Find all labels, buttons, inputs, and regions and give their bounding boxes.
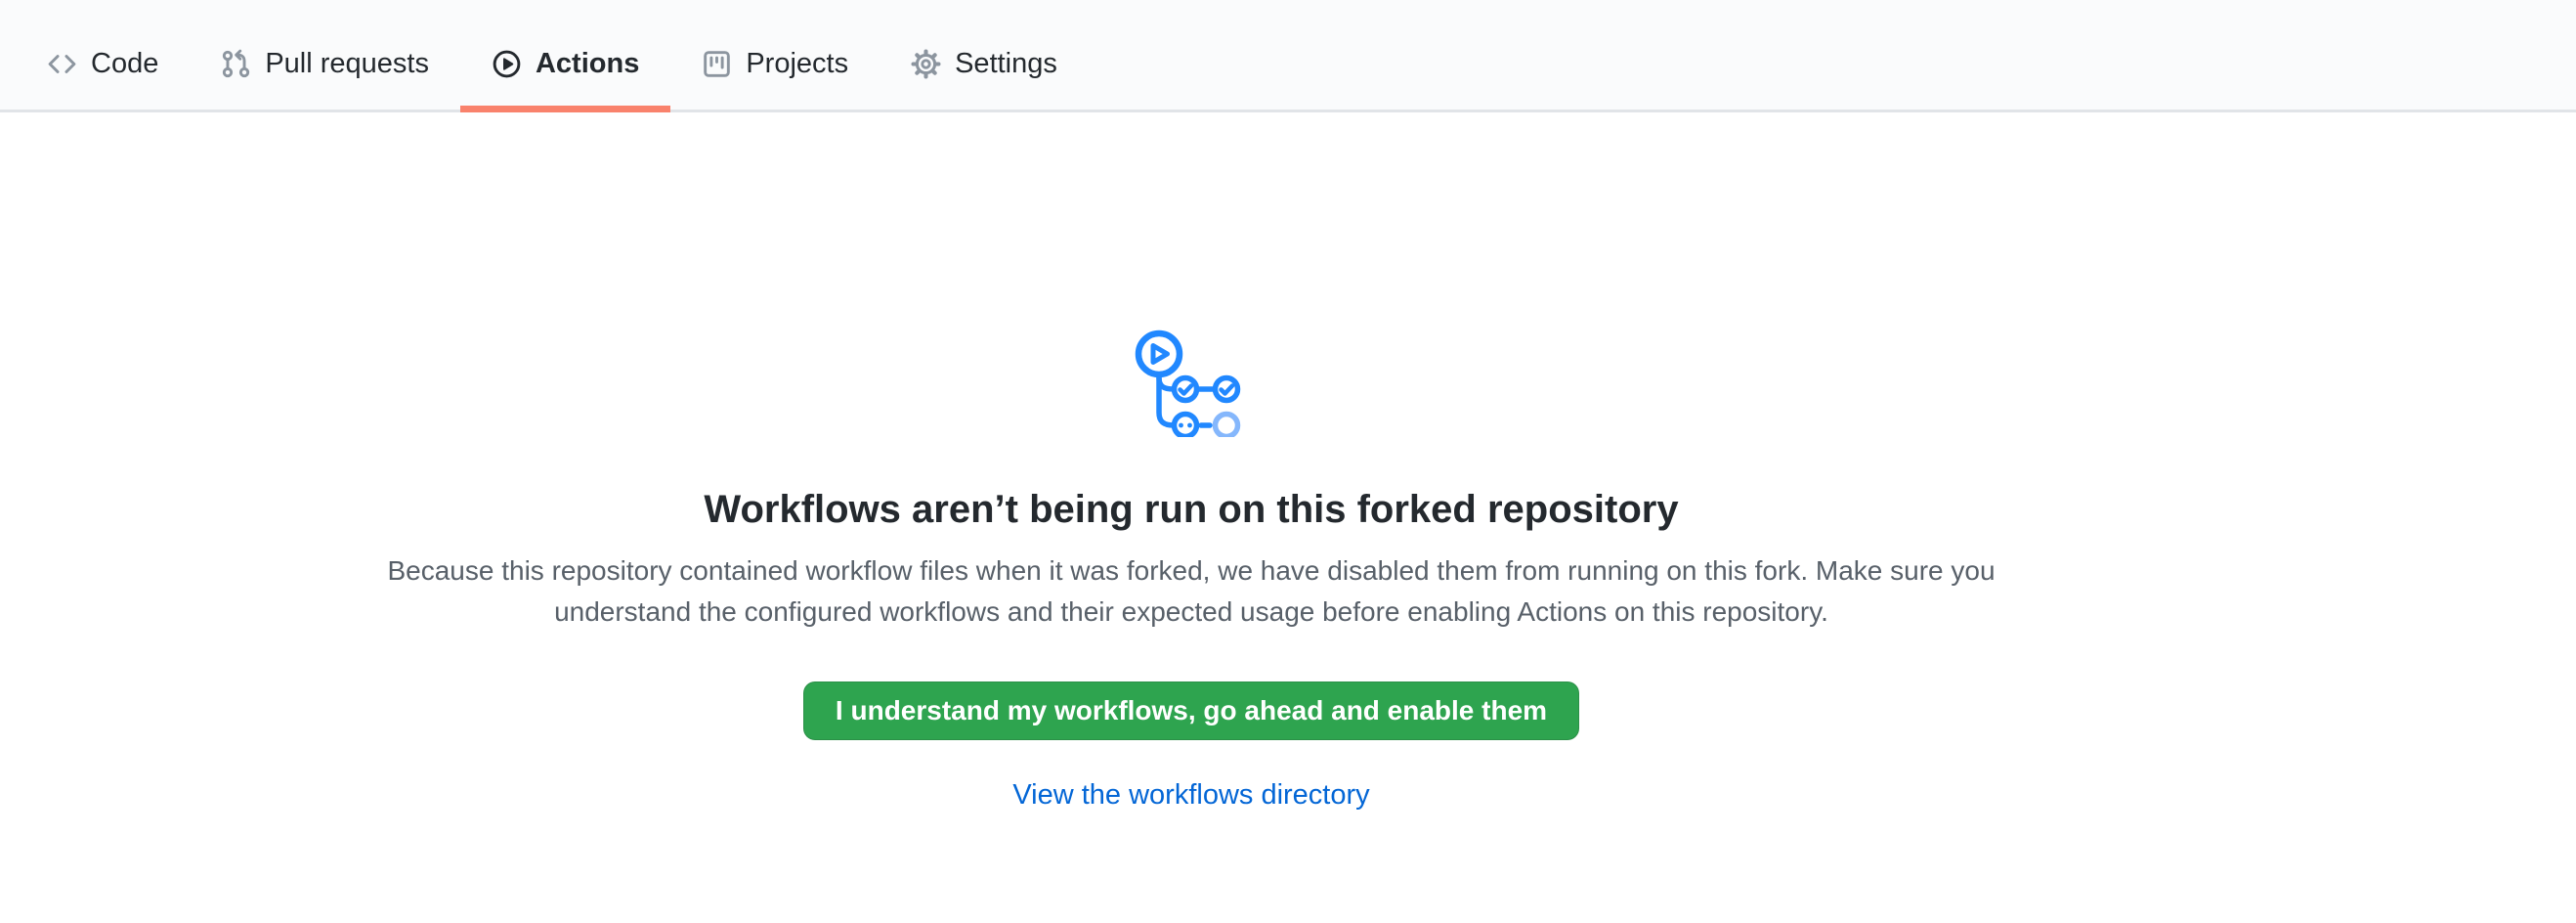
- project-board-icon: [702, 49, 732, 79]
- code-icon: [47, 49, 77, 79]
- tab-label: Code: [91, 50, 158, 78]
- tab-code[interactable]: Code: [16, 0, 190, 110]
- tab-actions[interactable]: Actions: [460, 0, 670, 110]
- actions-blankslate: Workflows aren’t being run on this forke…: [0, 330, 2383, 812]
- tab-label: Settings: [955, 50, 1057, 78]
- enable-workflows-button[interactable]: I understand my workflows, go ahead and …: [803, 681, 1579, 740]
- git-pull-request-icon: [221, 49, 251, 79]
- tab-projects[interactable]: Projects: [670, 0, 880, 110]
- tab-pull-requests[interactable]: Pull requests: [190, 0, 460, 110]
- tab-label: Projects: [746, 50, 848, 78]
- blankslate-description: Because this repository contained workfl…: [385, 550, 1997, 633]
- tab-label: Actions: [536, 50, 639, 78]
- repo-tab-bar: Code Pull requests Actions: [0, 0, 2576, 112]
- workflows-directory-link[interactable]: View the workflows directory: [0, 779, 2383, 812]
- workflow-graph-icon: [1133, 330, 1250, 437]
- play-circle-icon: [492, 49, 522, 79]
- tab-settings[interactable]: Settings: [880, 0, 1089, 110]
- gear-icon: [911, 49, 941, 79]
- page: { "nav": { "tabs": [ { "label": "Code", …: [0, 0, 2576, 923]
- tab-label: Pull requests: [265, 50, 429, 78]
- blankslate-heading: Workflows aren’t being run on this forke…: [0, 484, 2383, 535]
